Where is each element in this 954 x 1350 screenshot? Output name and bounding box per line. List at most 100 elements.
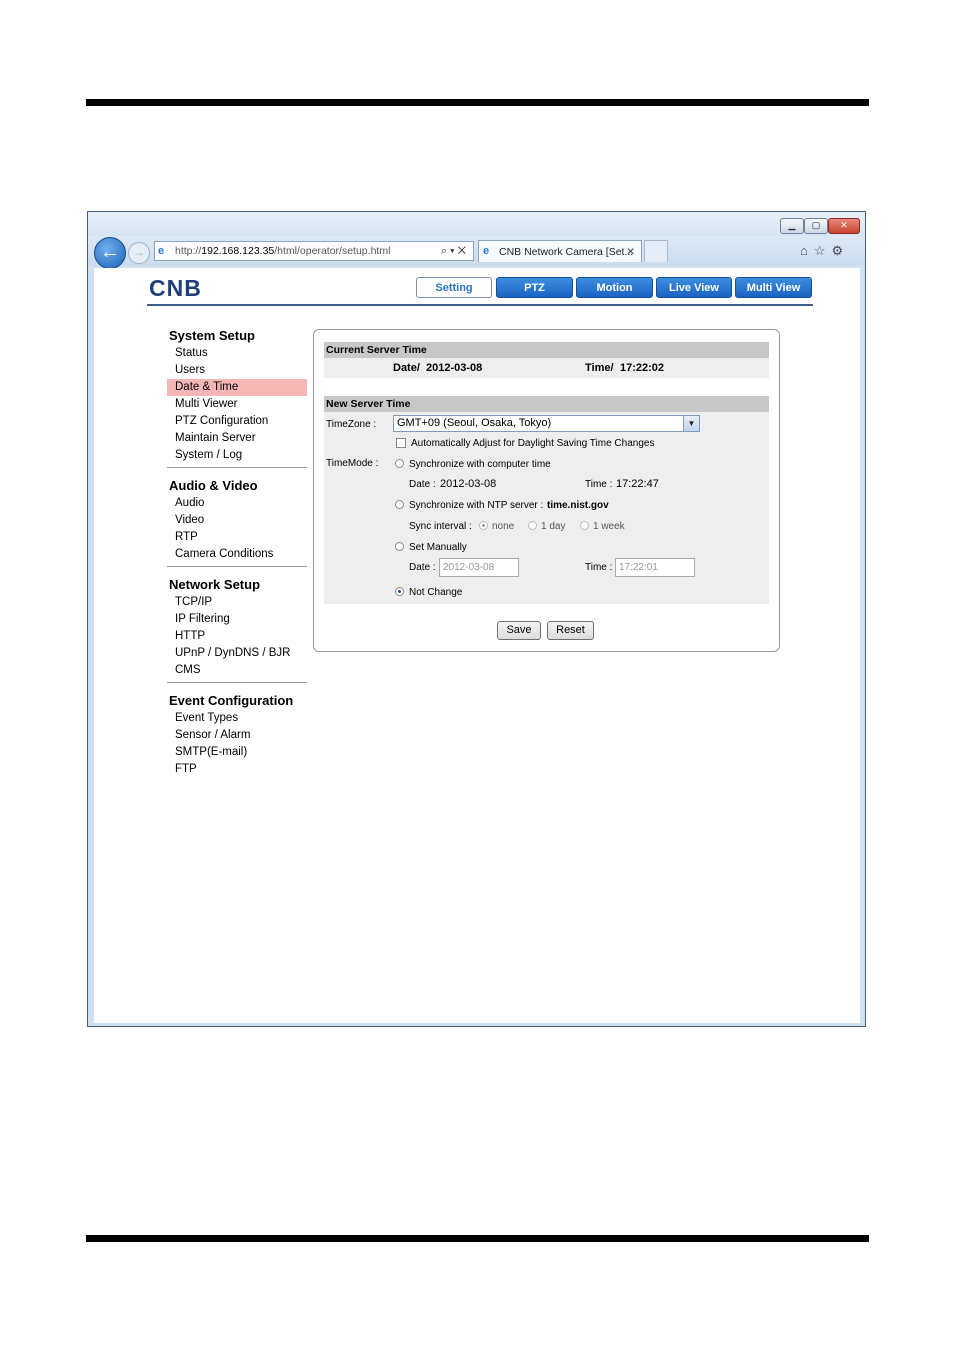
header-divider (147, 304, 813, 306)
browser-tab[interactable]: e CNB Network Camera [Set... ✕ (478, 240, 642, 262)
maximize-button[interactable]: ▢ (804, 218, 828, 234)
timezone-select[interactable]: GMT+09 (Seoul, Osaka, Tokyo) ▼ (393, 415, 700, 432)
computer-date-label: Date : (409, 479, 436, 490)
tab-motion[interactable]: Motion (576, 277, 653, 298)
home-icon[interactable]: ⌂ (800, 243, 814, 258)
sidebar-item-sensor-alarm[interactable]: Sensor / Alarm (167, 727, 307, 744)
sync-ntp-label: Synchronize with NTP server : (409, 500, 544, 511)
ntp-server-value: time.nist.gov (547, 500, 609, 511)
url-text: http://192.168.123.35/html/operator/setu… (175, 245, 391, 257)
sync-computer-label: Synchronize with computer time (409, 459, 551, 470)
ie-icon: e (483, 245, 490, 257)
save-button[interactable]: Save (497, 621, 541, 640)
sidebar-section-network-setup: Network Setup TCP/IP IP Filtering HTTP U… (167, 575, 307, 683)
interval-1-week-label: 1 week (593, 521, 625, 532)
sidebar-item-system-log[interactable]: System / Log (167, 447, 307, 464)
tab-multi-view[interactable]: Multi View (735, 277, 812, 298)
cnb-logo: CNB (149, 277, 202, 299)
sidebar: System Setup Status Users Date & Time Mu… (167, 326, 307, 778)
interval-none-label: none (492, 521, 515, 532)
tab-ptz[interactable]: PTZ (496, 277, 573, 298)
interval-1-day-radio[interactable] (528, 521, 537, 530)
interval-none-radio[interactable] (479, 521, 488, 530)
set-manually-radio[interactable] (395, 542, 404, 551)
browser-window: ▁ ▢ ✕ ← → e http://192.168.123.35/html/o… (87, 211, 866, 1027)
tab-live-view[interactable]: Live View (656, 277, 732, 298)
timezone-label: TimeZone : (326, 419, 377, 430)
close-window-button[interactable]: ✕ (828, 218, 860, 234)
sidebar-title: Event Configuration (169, 693, 294, 708)
sidebar-item-video[interactable]: Video (167, 512, 307, 529)
sidebar-item-upnp-dyndns-bjr[interactable]: UPnP / DynDNS / BJR (167, 645, 307, 662)
manual-date-field[interactable]: 2012-03-08 (439, 558, 519, 577)
sidebar-item-status[interactable]: Status (167, 345, 307, 362)
manual-time-label: Time : (585, 562, 613, 573)
minimize-button[interactable]: ▁ (780, 218, 804, 234)
timemode-label: TimeMode : (326, 458, 379, 469)
current-date-label: Date/ (393, 362, 420, 374)
timezone-value: GMT+09 (Seoul, Osaka, Tokyo) (397, 417, 552, 429)
forward-arrow-icon[interactable]: → (128, 242, 150, 264)
new-server-time-body: TimeZone : GMT+09 (Seoul, Osaka, Tokyo) … (324, 412, 769, 604)
computer-time-label: Time : (585, 479, 613, 490)
ie-icon: e (158, 245, 165, 257)
sidebar-item-event-types[interactable]: Event Types (167, 710, 307, 727)
sidebar-item-http[interactable]: HTTP (167, 628, 307, 645)
date-time-panel: Current Server Time Date/ 2012-03-08 Tim… (313, 329, 780, 652)
address-bar[interactable]: e http://192.168.123.35/html/operator/se… (154, 241, 474, 261)
sidebar-item-ptz-configuration[interactable]: PTZ Configuration (167, 413, 307, 430)
sync-interval-label: Sync interval : (409, 521, 472, 532)
tab-title: CNB Network Camera [Set... (499, 246, 634, 258)
sidebar-item-multi-viewer[interactable]: Multi Viewer (167, 396, 307, 413)
manual-date-label: Date : (409, 562, 436, 573)
dst-label: Automatically Adjust for Daylight Saving… (411, 438, 655, 449)
sidebar-item-maintain-server[interactable]: Maintain Server (167, 430, 307, 447)
current-server-time-heading: Current Server Time (324, 342, 769, 358)
sync-ntp-radio[interactable] (395, 500, 404, 509)
interval-1-week-radio[interactable] (580, 521, 589, 530)
sidebar-item-camera-conditions[interactable]: Camera Conditions (167, 546, 307, 563)
sync-computer-radio[interactable] (395, 459, 404, 468)
interval-1-day-label: 1 day (541, 521, 566, 532)
current-date-value: 2012-03-08 (426, 362, 483, 374)
sidebar-item-ip-filtering[interactable]: IP Filtering (167, 611, 307, 628)
sidebar-title: Network Setup (169, 577, 261, 592)
sidebar-divider (167, 467, 307, 468)
set-manually-label: Set Manually (409, 542, 467, 553)
favorites-star-icon[interactable]: ☆ (814, 243, 832, 258)
top-rule (86, 99, 869, 106)
sidebar-divider (167, 682, 307, 683)
tab-setting[interactable]: Setting (416, 277, 492, 298)
sidebar-item-tcp-ip[interactable]: TCP/IP (167, 594, 307, 611)
title-bar: ▁ ▢ ✕ (88, 212, 865, 238)
bottom-rule (86, 1235, 869, 1242)
dst-checkbox[interactable] (396, 438, 406, 448)
sidebar-item-rtp[interactable]: RTP (167, 529, 307, 546)
sidebar-item-cms[interactable]: CMS (167, 662, 307, 679)
sidebar-item-ftp[interactable]: FTP (167, 761, 307, 778)
sidebar-section-event-configuration: Event Configuration Event Types Sensor /… (167, 691, 307, 778)
new-server-time-heading: New Server Time (324, 396, 769, 412)
sidebar-item-date-time[interactable]: Date & Time (167, 379, 307, 396)
address-tools-icon[interactable]: ⌕▾✕ (441, 242, 469, 260)
tab-close-icon[interactable]: ✕ (626, 242, 635, 262)
svg-text:CNB: CNB (149, 277, 202, 299)
page-content: CNB Setting PTZ Motion Live View Multi V… (94, 268, 860, 1023)
sidebar-item-smtp-email[interactable]: SMTP(E-mail) (167, 744, 307, 761)
gear-icon[interactable]: ⚙ (832, 243, 850, 258)
current-server-time-body: Date/ 2012-03-08 Time/ 17:22:02 (324, 358, 769, 378)
computer-date-value: 2012-03-08 (440, 478, 497, 490)
back-arrow-icon[interactable]: ← (94, 237, 126, 269)
chevron-down-icon: ▼ (683, 416, 699, 431)
new-tab-button[interactable] (644, 240, 668, 262)
not-change-radio[interactable] (395, 587, 404, 596)
sidebar-section-audio-video: Audio & Video Audio Video RTP Camera Con… (167, 476, 307, 567)
computer-time-value: 17:22:47 (616, 478, 659, 490)
sidebar-title: Audio & Video (169, 478, 258, 493)
manual-time-field[interactable]: 17:22:01 (615, 558, 695, 577)
sidebar-item-audio[interactable]: Audio (167, 495, 307, 512)
sidebar-item-users[interactable]: Users (167, 362, 307, 379)
sidebar-divider (167, 566, 307, 567)
reset-button[interactable]: Reset (547, 621, 594, 640)
toolbar-icons: ⌂☆⚙ (800, 243, 849, 259)
